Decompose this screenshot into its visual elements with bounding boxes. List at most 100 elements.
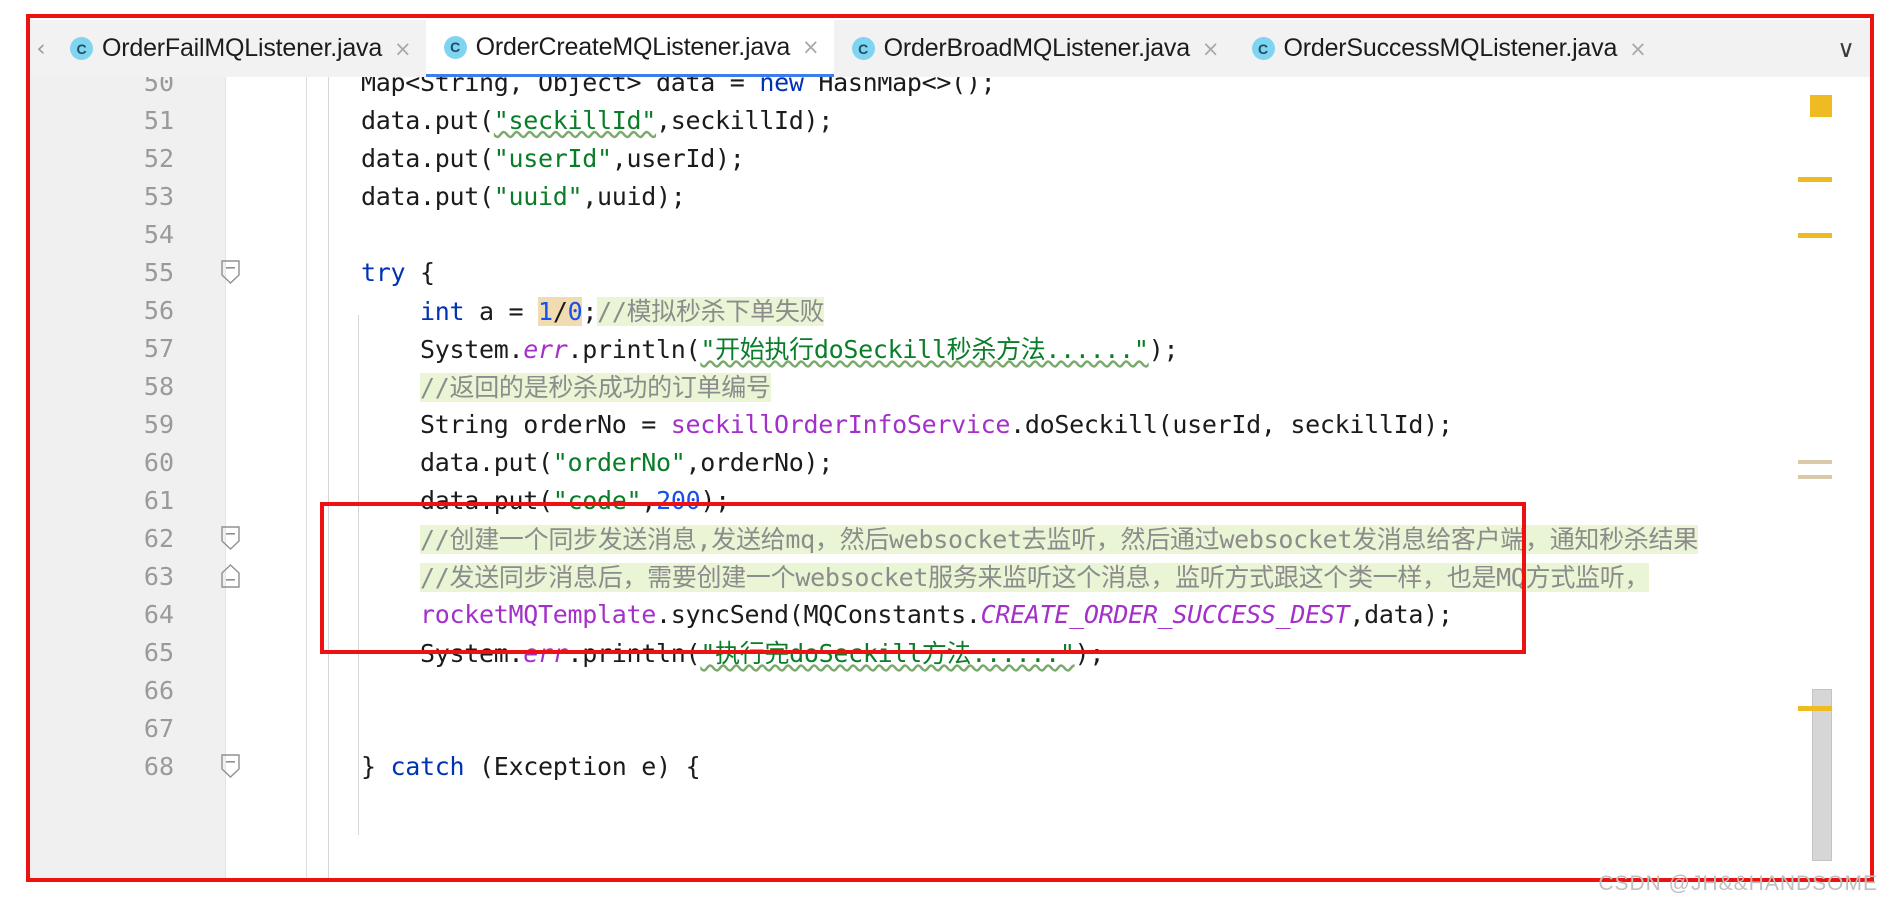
- code-token: seckillOrderInfoService: [670, 409, 1011, 439]
- ide-editor-window: ‹ C OrderFailMQListener.java × C OrderCr…: [0, 0, 1896, 898]
- tab-scroll-left-icon[interactable]: ‹: [30, 20, 52, 77]
- line-number: 54: [143, 219, 174, 249]
- java-class-icon: C: [851, 37, 875, 60]
- code-line[interactable]: 51 data.put("seckillId",seckillId);: [30, 101, 1870, 139]
- code-token: 1: [538, 297, 553, 326]
- code-line[interactable]: 56 int a = 1/0;//模拟秒杀下单失败: [30, 291, 1870, 329]
- code-line[interactable]: 57 System.err.println("开始执行doSeckill秒杀方法…: [30, 329, 1870, 367]
- code-token: ;: [582, 297, 598, 326]
- fold-gutter-cell: [200, 633, 280, 671]
- code-token: 200: [656, 485, 701, 515]
- code-token: data.put(: [361, 181, 494, 211]
- editor-tab-orderbroadmqlistener[interactable]: C OrderBroadMQListener.java ×: [833, 20, 1234, 77]
- line-number: 53: [143, 181, 174, 211]
- fold-gutter-cell: [200, 405, 280, 443]
- line-number: 67: [143, 713, 174, 743]
- line-number: 51: [143, 105, 174, 135]
- java-class-icon: C: [1251, 37, 1275, 60]
- code-token: {: [405, 257, 435, 287]
- code-line[interactable]: 59 String orderNo = seckillOrderInfoServ…: [30, 405, 1870, 443]
- close-icon[interactable]: ×: [1199, 37, 1220, 61]
- fold-expand-icon[interactable]: [220, 564, 241, 588]
- code-token: CREATE_ORDER_SUCCESS_DEST: [980, 599, 1350, 629]
- code-token: "code": [552, 485, 642, 515]
- fold-gutter-cell: [200, 519, 280, 557]
- code-line-text: Map<String, Object> data = new HashMap<>…: [280, 77, 1870, 97]
- code-line[interactable]: 63 //发送同步消息后，需要创建一个websocket服务来监听这个消息，监听…: [30, 557, 1870, 595]
- fold-gutter-cell: [200, 671, 280, 709]
- code-token: );: [1148, 335, 1179, 364]
- code-line[interactable]: 66: [30, 671, 1870, 709]
- close-icon[interactable]: ×: [391, 37, 412, 61]
- indent-guide: [358, 315, 359, 835]
- fold-collapse-icon[interactable]: [220, 526, 241, 550]
- code-token: ,seckillId);: [656, 105, 834, 135]
- code-token: ,orderNo);: [685, 447, 834, 477]
- code-line[interactable]: 54: [30, 215, 1870, 253]
- code-token: "seckillId": [493, 105, 657, 135]
- code-line-text: rocketMQTemplate.syncSend(MQConstants.CR…: [280, 600, 1870, 629]
- code-token: //模拟秒杀下单失败: [597, 297, 825, 326]
- line-number: 60: [143, 447, 174, 477]
- fold-gutter-cell: [200, 253, 280, 291]
- line-number: 57: [143, 333, 174, 363]
- editor-marker-strip[interactable]: [1798, 77, 1832, 878]
- line-number: 66: [143, 675, 174, 705]
- editor-tab-ordersuccessmqlistener[interactable]: C OrderSuccessMQListener.java ×: [1233, 20, 1661, 77]
- fold-gutter-cell: [200, 481, 280, 519]
- warning-marker[interactable]: [1798, 177, 1832, 182]
- code-line-text: System.err.println("开始执行doSeckill秒杀方法...…: [280, 330, 1870, 366]
- close-icon[interactable]: ×: [1626, 37, 1647, 61]
- warning-marker[interactable]: [1798, 233, 1832, 238]
- editor-scrollbar-thumb[interactable]: [1812, 689, 1832, 861]
- code-line[interactable]: 68 } catch (Exception e) {: [30, 747, 1870, 785]
- code-token: System.: [420, 639, 524, 668]
- code-line[interactable]: 60 data.put("orderNo",orderNo);: [30, 443, 1870, 481]
- code-token: ,data);: [1349, 599, 1453, 629]
- code-token: .println(: [567, 639, 701, 668]
- code-token: "uuid": [493, 181, 583, 211]
- code-editor[interactable]: 50 Map<String, Object> data = new HashMa…: [30, 77, 1870, 878]
- change-marker[interactable]: [1798, 460, 1832, 464]
- warning-marker[interactable]: [1798, 706, 1832, 711]
- indent-guide: [328, 77, 329, 878]
- code-token: "执行完doSeckill方法......": [700, 639, 1075, 668]
- line-number: 63: [143, 561, 174, 591]
- fold-gutter-cell: [200, 139, 280, 177]
- editor-tab-orderfailmqlistener[interactable]: C OrderFailMQListener.java ×: [52, 20, 426, 77]
- code-token: 0: [567, 297, 583, 326]
- fold-gutter-cell: [200, 709, 280, 747]
- line-number: 52: [143, 143, 174, 173]
- warning-block-marker[interactable]: [1810, 95, 1832, 117]
- code-token: rocketMQTemplate: [420, 599, 657, 629]
- code-line[interactable]: 50 Map<String, Object> data = new HashMa…: [30, 77, 1870, 101]
- chevron-down-icon[interactable]: ∨: [1822, 20, 1870, 77]
- code-line[interactable]: 67: [30, 709, 1870, 747]
- watermark-text: CSDN @JH&&HANDSOME: [1598, 872, 1878, 895]
- fold-collapse-icon[interactable]: [220, 754, 241, 778]
- code-line[interactable]: 58 //返回的是秒杀成功的订单编号: [30, 367, 1870, 405]
- change-marker[interactable]: [1798, 475, 1832, 479]
- code-line-text: //返回的是秒杀成功的订单编号: [280, 368, 1870, 404]
- line-number: 56: [143, 295, 174, 325]
- fold-gutter-cell: [200, 77, 280, 101]
- code-token: HashMap<>();: [803, 77, 996, 97]
- code-line-text: //发送同步消息后，需要创建一个websocket服务来监听这个消息，监听方式跟…: [280, 558, 1870, 594]
- code-line[interactable]: 52 data.put("userId",userId);: [30, 139, 1870, 177]
- code-token: Map<String, Object> data =: [361, 77, 760, 97]
- code-line[interactable]: 61 data.put("code",200);: [30, 481, 1870, 519]
- fold-collapse-icon[interactable]: [220, 260, 241, 284]
- code-line[interactable]: 65 System.err.println("执行完doSeckill方法...…: [30, 633, 1870, 671]
- code-token: err: [523, 335, 568, 364]
- code-token: /: [552, 297, 568, 326]
- fold-gutter-cell: [200, 557, 280, 595]
- close-icon[interactable]: ×: [799, 35, 820, 59]
- fold-gutter-cell: [200, 595, 280, 633]
- code-line[interactable]: 55 try {: [30, 253, 1870, 291]
- editor-tab-ordercreatemqlistener[interactable]: C OrderCreateMQListener.java ×: [425, 20, 834, 77]
- code-line[interactable]: 64 rocketMQTemplate.syncSend(MQConstants…: [30, 595, 1870, 633]
- code-line[interactable]: 53 data.put("uuid",uuid);: [30, 177, 1870, 215]
- line-number: 62: [143, 523, 174, 553]
- tab-label: OrderCreateMQListener.java: [475, 32, 791, 61]
- code-line[interactable]: 62 //创建一个同步发送消息,发送给mq，然后websocket去监听，然后通…: [30, 519, 1870, 557]
